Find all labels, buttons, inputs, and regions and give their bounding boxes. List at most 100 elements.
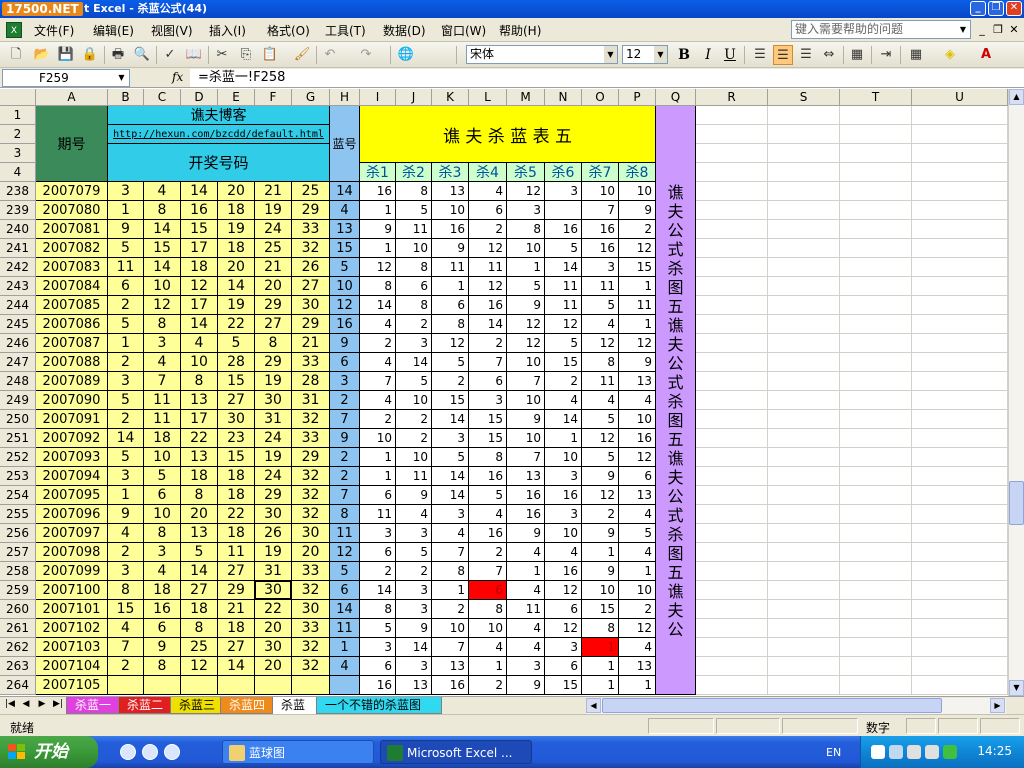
name-box[interactable]: F259 ▼: [2, 69, 130, 87]
draw-number-cell[interactable]: 12: [181, 277, 218, 296]
draw-number-cell[interactable]: 8: [181, 372, 218, 391]
merge-center-icon[interactable]: ⇔: [819, 45, 839, 65]
kill-cell[interactable]: 8: [432, 315, 469, 334]
kill-cell[interactable]: 3: [396, 600, 432, 619]
draw-number-cell[interactable]: 32: [292, 505, 330, 524]
empty-cell[interactable]: [696, 676, 768, 695]
draw-number-cell[interactable]: 31: [255, 410, 292, 429]
kill-cell[interactable]: 10: [469, 619, 507, 638]
empty-cell[interactable]: [840, 353, 912, 372]
kill-cell[interactable]: 13: [619, 657, 656, 676]
empty-cell[interactable]: [768, 600, 840, 619]
draw-number-cell[interactable]: 20: [181, 505, 218, 524]
draw-number-cell[interactable]: 18: [144, 581, 181, 600]
menu-insert[interactable]: 插入(I): [209, 22, 246, 39]
kill-cell[interactable]: 3: [545, 467, 582, 486]
blue-number-cell[interactable]: 2: [330, 448, 360, 467]
kill-cell[interactable]: 14: [432, 410, 469, 429]
draw-number-cell[interactable]: 2: [108, 353, 144, 372]
kill-cell[interactable]: 16: [619, 429, 656, 448]
kill-cell[interactable]: 5: [582, 448, 619, 467]
draw-number-cell[interactable]: [218, 676, 255, 695]
print-preview-icon[interactable]: 🔍: [132, 45, 152, 65]
kill-cell[interactable]: 10: [507, 353, 545, 372]
empty-cell[interactable]: [768, 581, 840, 600]
empty-cell[interactable]: [840, 372, 912, 391]
empty-cell[interactable]: [912, 581, 1008, 600]
italic-button[interactable]: I: [698, 45, 718, 65]
kill-cell[interactable]: 9: [360, 220, 396, 239]
empty-cell[interactable]: [912, 277, 1008, 296]
empty-cell[interactable]: [840, 163, 912, 182]
draw-number-cell[interactable]: 4: [144, 562, 181, 581]
minimize-button[interactable]: _: [970, 1, 986, 16]
empty-cell[interactable]: [912, 106, 1008, 125]
draw-number-cell[interactable]: 5: [218, 334, 255, 353]
kill-cell[interactable]: 10: [396, 448, 432, 467]
kill-cell[interactable]: 10: [582, 581, 619, 600]
kill-cell[interactable]: 6: [360, 486, 396, 505]
menu-tools[interactable]: 工具(T): [325, 22, 366, 39]
draw-number-cell[interactable]: 30: [255, 638, 292, 657]
empty-cell[interactable]: [912, 429, 1008, 448]
blue-number-cell[interactable]: 7: [330, 410, 360, 429]
draw-number-cell[interactable]: 8: [144, 315, 181, 334]
column-header-D[interactable]: D: [181, 89, 218, 106]
empty-cell[interactable]: [840, 562, 912, 581]
kill-cell[interactable]: 1: [619, 562, 656, 581]
draw-number-cell[interactable]: 27: [218, 562, 255, 581]
blue-number-cell[interactable]: 12: [330, 296, 360, 315]
row-header[interactable]: 244: [0, 296, 36, 315]
align-right-icon[interactable]: ☰: [796, 45, 816, 65]
draw-number-cell[interactable]: 14: [144, 220, 181, 239]
quicklaunch-ie-icon[interactable]: [120, 744, 136, 760]
kill-cell[interactable]: 2: [396, 315, 432, 334]
empty-cell[interactable]: [912, 125, 1008, 144]
draw-number-cell[interactable]: 24: [255, 467, 292, 486]
kill-cell[interactable]: 14: [360, 296, 396, 315]
draw-number-cell[interactable]: 12: [144, 296, 181, 315]
kill-cell[interactable]: 3: [396, 334, 432, 353]
empty-cell[interactable]: [768, 448, 840, 467]
blue-number-cell[interactable]: 6: [330, 581, 360, 600]
kill-cell[interactable]: 2: [619, 220, 656, 239]
kill-cell[interactable]: 1: [360, 467, 396, 486]
draw-number-cell[interactable]: [292, 676, 330, 695]
kill-cell[interactable]: 10: [396, 239, 432, 258]
kill-cell[interactable]: 4: [619, 391, 656, 410]
font-size-select[interactable]: 12 ▼: [622, 45, 668, 64]
row-header[interactable]: 247: [0, 353, 36, 372]
empty-cell[interactable]: [696, 543, 768, 562]
draw-number-cell[interactable]: 27: [255, 315, 292, 334]
row-header[interactable]: 261: [0, 619, 36, 638]
period-cell[interactable]: 2007089: [36, 372, 108, 391]
empty-cell[interactable]: [768, 258, 840, 277]
draw-number-cell[interactable]: 10: [181, 353, 218, 372]
blue-number-cell[interactable]: 13: [330, 220, 360, 239]
draw-number-cell[interactable]: 8: [108, 581, 144, 600]
draw-number-cell[interactable]: 30: [218, 410, 255, 429]
draw-number-cell[interactable]: 4: [144, 353, 181, 372]
empty-cell[interactable]: [912, 220, 1008, 239]
task-excel[interactable]: Microsoft Excel ...: [380, 740, 532, 764]
kill-cell[interactable]: 3: [545, 505, 582, 524]
empty-cell[interactable]: [768, 486, 840, 505]
kill-cell[interactable]: 3: [432, 505, 469, 524]
kill-cell[interactable]: 4: [545, 543, 582, 562]
empty-cell[interactable]: [768, 144, 840, 163]
column-header-G[interactable]: G: [292, 89, 330, 106]
draw-number-cell[interactable]: 14: [108, 429, 144, 448]
kill-cell[interactable]: 3: [545, 182, 582, 201]
language-indicator[interactable]: EN: [826, 746, 841, 759]
kill-cell[interactable]: 1: [469, 657, 507, 676]
empty-cell[interactable]: [840, 467, 912, 486]
kill-cell[interactable]: 15: [619, 258, 656, 277]
kill-cell[interactable]: 10: [545, 448, 582, 467]
chevron-down-icon[interactable]: ▼: [604, 46, 617, 63]
kill-cell[interactable]: 10: [619, 182, 656, 201]
draw-number-cell[interactable]: 14: [181, 182, 218, 201]
kill-cell[interactable]: 12: [360, 258, 396, 277]
kill-cell[interactable]: 4: [469, 638, 507, 657]
kill-cell[interactable]: 16: [432, 220, 469, 239]
kill-cell[interactable]: 10: [360, 429, 396, 448]
